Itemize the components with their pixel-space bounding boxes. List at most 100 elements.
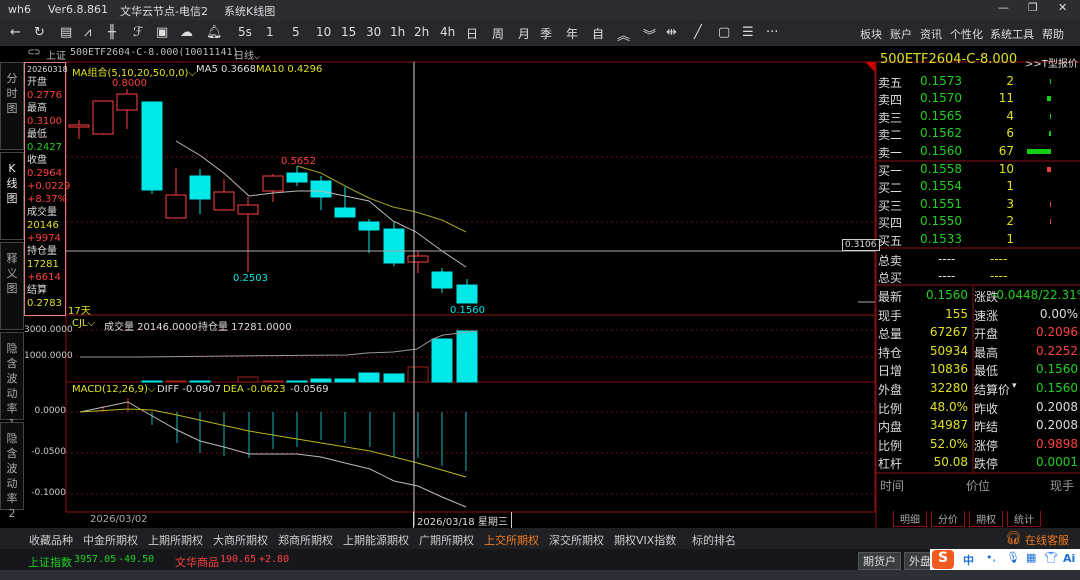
macd-select[interactable]: MACD(12,26,9)⌵ [72,384,156,395]
volume-bar [407,366,429,383]
info-oi-chg: +6614 [27,272,61,283]
stat-label: 比例 [878,401,903,416]
candle-body [68,124,90,128]
candle-body [456,284,478,304]
stat-value: 32280 [929,381,968,395]
volume-bar [310,378,332,383]
asks-row[interactable]: 卖五 0.1573 2 [876,74,1080,91]
stat-value: 0.0001 [1036,455,1078,470]
stat-value: 0.2252 [1036,343,1078,358]
exchange-tab[interactable]: 大商所期权 [213,532,268,548]
stat-value: 155 [945,306,968,321]
t-quote-link[interactable]: >>T型报价 [1025,55,1078,70]
info-high-label: 最高 [27,103,47,114]
tick-header-volume: 现手 [1050,479,1075,493]
sogou-logo-icon[interactable]: S [932,550,954,569]
exchange-tab[interactable]: 郑商所期权 [278,532,333,548]
asks-label: 卖一 [878,145,903,160]
microphone-icon[interactable]: 🎙︎ [1006,551,1020,564]
bids-row[interactable]: 买四 0.1550 2 [876,214,1080,231]
stat-label: 日增 [878,364,903,379]
ma-select[interactable]: MA组合(5,10,20,50,0,0)⌵ [72,64,196,79]
exchange-tab[interactable]: 标的排名 [692,532,736,548]
exchange-tab[interactable]: 收藏品种 [29,532,73,548]
asks-price: 0.1570 [920,91,962,106]
bids-volume: 3 [1006,196,1014,211]
info-oi: 17281 [27,259,59,270]
candle-body [431,271,453,289]
stat-label: 内盘 [878,420,903,435]
asks-row[interactable]: 卖四 0.1570 11 [876,91,1080,108]
vol-tick: 3000.0000 [24,325,73,335]
info-pct: +8.37% [27,194,68,205]
info-oi-label: 持仓量 [27,246,57,257]
volume-indicator-select[interactable]: CJL⌵ [72,318,95,329]
candle-body [286,172,308,183]
exchange-tab[interactable]: 期权VIX指数 [614,532,676,548]
low-marker: 0.2503 [233,273,268,284]
asks-label: 卖四 [878,93,903,108]
quote-tab[interactable]: 期权 [969,511,1003,527]
volume-bar [237,376,259,383]
mid-high-marker: 0.5652 [281,156,316,167]
asks-label: 卖二 [878,128,903,143]
exchange-tab[interactable]: 上期能源期权 [343,532,409,548]
asks-volume: 11 [998,91,1014,106]
bids-row[interactable]: 买一 0.1558 10 [876,162,1080,179]
candle-body [92,100,114,135]
bids-volume: 2 [1006,214,1014,229]
ai-icon[interactable]: Ai [1063,552,1075,565]
oi-value: 持仓量 17281.0000 [198,322,292,333]
bids-row[interactable]: 买五 0.1533 1 [876,232,1080,249]
exchange-tab[interactable]: 广期所期权 [419,532,474,548]
ime-mode[interactable]: 中 [963,552,974,568]
asks-row[interactable]: 卖三 0.1565 4 [876,109,1080,126]
ma10-value: MA10 0.4296 [256,64,323,75]
asks-price: 0.1573 [920,74,962,88]
quote-tab[interactable]: 分价 [931,511,965,527]
depth-bar [1050,79,1051,84]
total-buy-value: ---- [938,269,956,283]
asks-volume: 6 [1006,126,1014,141]
depth-bar [1047,96,1051,102]
bids-row[interactable]: 买二 0.1554 1 [876,179,1080,196]
online-service-link[interactable]: 在线客服 [1025,532,1069,548]
info-low-label: 最低 [27,129,47,140]
stat-value: -0.0448/22.31% [992,288,1080,302]
depth-bar [1050,201,1051,207]
exchange-tab[interactable]: 深交所期权 [549,532,604,548]
asks-price: 0.1562 [920,126,962,141]
macd-tick: -0.1000 [31,488,66,498]
asks-volume: 67 [998,143,1014,158]
keyboard-icon[interactable]: ▦ [1026,551,1036,564]
bids-row[interactable]: 买三 0.1551 3 [876,197,1080,214]
headset-icon[interactable]: 🎧︎ [1005,531,1022,546]
index2-name: 文华商品 [175,556,219,569]
stat-row: 外盘 32280 结算价 ▾ 0.1560 [876,381,1080,398]
quote-tab[interactable]: 明细 [893,511,927,527]
asks-row[interactable]: 卖一 0.1560 67 [876,144,1080,161]
open-interest-line [80,330,478,358]
skin-icon[interactable]: 👕︎ [1044,551,1058,564]
info-vol-chg: +9974 [27,233,61,244]
exchange-tab[interactable]: 上期所期权 [148,532,203,548]
tick-header-time: 时间 [880,479,905,493]
bids-volume: 1 [1006,231,1014,246]
macd-label: MACD(12,26,9) [72,384,148,395]
info-close-label: 收盘 [27,155,47,166]
exchange-tab[interactable]: 中金所期权 [83,532,138,548]
quote-tab[interactable]: 统计 [1007,511,1041,527]
total-sell-label: 总卖 [878,254,903,268]
info-vol: 20146 [27,220,59,231]
punctuation-icon[interactable]: •, [986,551,996,564]
last-marker: 0.1560 [450,305,485,316]
stat-row: 最新 0.1560 涨跌 -0.0448/22.31% [876,288,1080,305]
asks-label: 卖五 [878,76,903,90]
candle-body [165,194,187,219]
futures-account-button[interactable]: 期货户 [858,552,901,570]
stat-row: 现手 155 速涨 0.00% [876,307,1080,324]
info-close: 0.2964 [27,168,62,179]
stat-value: 10836 [929,362,968,377]
asks-row[interactable]: 卖二 0.1562 6 [876,126,1080,143]
volume-bar [383,373,405,383]
